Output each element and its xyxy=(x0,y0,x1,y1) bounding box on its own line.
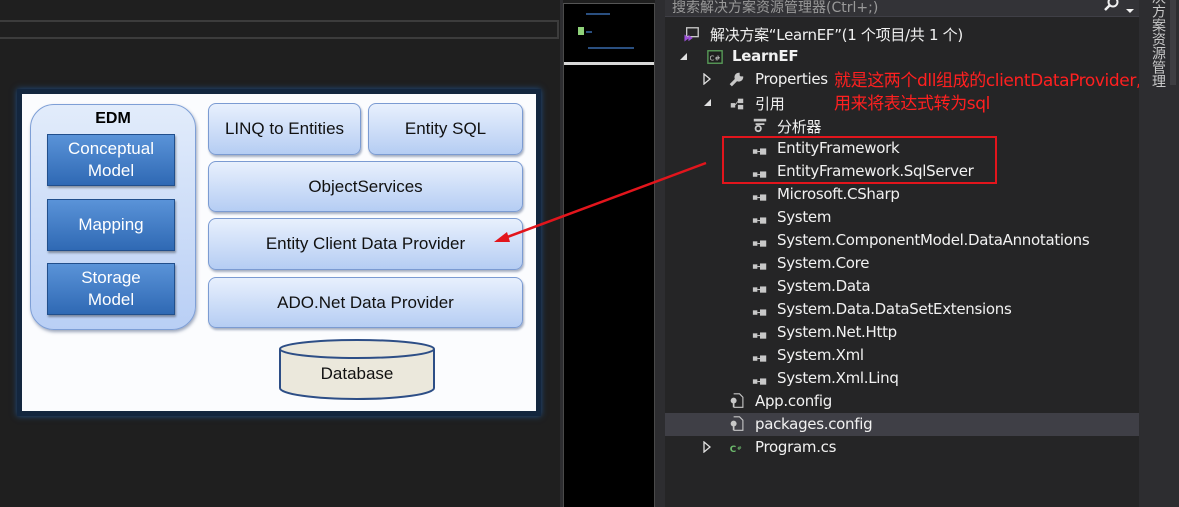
reference-label: System.Xml xyxy=(777,346,864,364)
assembly-reference-icon xyxy=(752,309,767,316)
reference-label: System.Core xyxy=(777,254,870,272)
reference-label: System.ComponentModel.DataAnnotations xyxy=(777,231,1090,249)
layer-linq-to-entities: LINQ to Entities xyxy=(208,103,361,155)
csharp-project-icon: C# xyxy=(707,50,723,64)
tree-item-reference[interactable]: System.Xml.Linq xyxy=(665,367,1139,390)
layer-object-services: ObjectServices xyxy=(208,161,523,212)
layer-entity-sql: Entity SQL xyxy=(368,103,523,155)
minimap-change-marker xyxy=(578,27,584,35)
file-label: packages.config xyxy=(755,415,873,433)
search-icon[interactable] xyxy=(1102,0,1120,13)
references-icon xyxy=(730,98,744,110)
solution-label: 解决方案“LearnEF”(1 个项目/共 1 个) xyxy=(710,26,963,44)
annotation-line-1: 就是这两个dll组成的clientDataProvider, xyxy=(834,71,1141,91)
layer-ado-net-data-provider: ADO.Net Data Provider xyxy=(208,277,523,328)
assembly-reference-icon xyxy=(752,263,767,270)
reference-label: System.Xml.Linq xyxy=(777,369,899,387)
highlight-box xyxy=(722,136,997,184)
properties-label: Properties xyxy=(755,70,828,88)
file-label: Program.cs xyxy=(755,438,837,456)
svg-text:C#: C# xyxy=(710,54,721,63)
config-file-icon xyxy=(730,393,744,408)
references-label: 引用 xyxy=(755,95,785,113)
database-label: Database xyxy=(320,364,394,383)
file-label: App.config xyxy=(755,392,832,410)
tree-item-program-cs[interactable]: C # Program.cs xyxy=(665,436,1139,459)
project-label: LearnEF xyxy=(732,47,799,65)
minimap-viewport-indicator[interactable] xyxy=(564,62,654,65)
reference-label: System.Net.Http xyxy=(777,323,897,341)
assembly-reference-icon xyxy=(752,332,767,339)
tree-item-packages-config[interactable]: packages.config xyxy=(665,413,1139,436)
tree-item-reference[interactable]: Microsoft.CSharp xyxy=(665,183,1139,206)
editor-navigation-bar[interactable] xyxy=(0,20,559,39)
config-file-icon xyxy=(730,416,744,431)
tree-item-reference[interactable]: System.Net.Http xyxy=(665,321,1139,344)
search-options-chevron-down-icon[interactable] xyxy=(1125,0,1135,13)
assembly-reference-icon xyxy=(752,378,767,385)
edm-conceptual-model: Conceptual Model xyxy=(47,134,175,186)
search-placeholder: 搜索解决方案资源管理器(Ctrl+;) xyxy=(672,0,879,16)
expanded-triangle-icon[interactable] xyxy=(702,96,712,108)
solution-icon xyxy=(684,27,699,42)
side-scrollbar[interactable] xyxy=(1170,0,1176,85)
analyzers-label: 分析器 xyxy=(777,118,822,136)
csharp-file-icon: C # xyxy=(730,445,742,455)
analyzer-icon xyxy=(753,118,767,133)
tree-item-reference[interactable]: System xyxy=(665,206,1139,229)
tree-item-solution[interactable]: 解决方案“LearnEF”(1 个项目/共 1 个) xyxy=(665,22,1139,45)
tree-item-reference[interactable]: System.Xml xyxy=(665,344,1139,367)
tree-item-app-config[interactable]: App.config xyxy=(665,390,1139,413)
minimap-code-line xyxy=(586,31,592,33)
collapsed-triangle-icon[interactable] xyxy=(702,73,712,85)
tree-item-reference[interactable]: System.Data xyxy=(665,275,1139,298)
svg-text:#: # xyxy=(737,446,742,452)
reference-label: System xyxy=(777,208,832,226)
tree-item-reference[interactable]: System.Data.DataSetExtensions xyxy=(665,298,1139,321)
assembly-reference-icon xyxy=(752,286,767,293)
minimap-code-line xyxy=(588,47,634,49)
assembly-reference-icon xyxy=(752,217,767,224)
annotation-line-2: 用来将表达式转为sql xyxy=(834,94,990,114)
expanded-triangle-icon[interactable] xyxy=(678,50,688,62)
edm-mapping: Mapping xyxy=(47,199,175,251)
minimap-code-line xyxy=(586,13,610,15)
collapsed-triangle-icon[interactable] xyxy=(702,441,712,453)
svg-text:C: C xyxy=(730,445,736,455)
edm-title: EDM xyxy=(95,110,131,127)
tab-solution-explorer[interactable]: 解决方案资源管理器 xyxy=(1146,0,1168,100)
assembly-reference-icon xyxy=(752,240,767,247)
search-separator xyxy=(665,16,1139,17)
assembly-reference-icon xyxy=(752,355,767,362)
layer-entity-client-data-provider: Entity Client Data Provider xyxy=(208,218,523,270)
edm-storage-model: Storage Model xyxy=(47,263,175,315)
panel-gutter xyxy=(655,0,665,507)
minimap-scrollbar[interactable] xyxy=(563,3,655,507)
tree-item-reference[interactable]: System.ComponentModel.DataAnnotations xyxy=(665,229,1139,252)
side-tab-label: 解决方案资源管理器 xyxy=(1150,0,1166,88)
tree-item-reference[interactable]: System.Core xyxy=(665,252,1139,275)
tree-item-analyzers[interactable]: 分析器 xyxy=(665,114,1139,137)
reference-label: Microsoft.CSharp xyxy=(777,185,900,203)
wrench-icon xyxy=(729,72,744,87)
reference-label: System.Data.DataSetExtensions xyxy=(777,300,1012,318)
tree-item-project[interactable]: C# LearnEF xyxy=(665,45,1139,68)
reference-label: System.Data xyxy=(777,277,871,295)
assembly-reference-icon xyxy=(752,194,767,201)
